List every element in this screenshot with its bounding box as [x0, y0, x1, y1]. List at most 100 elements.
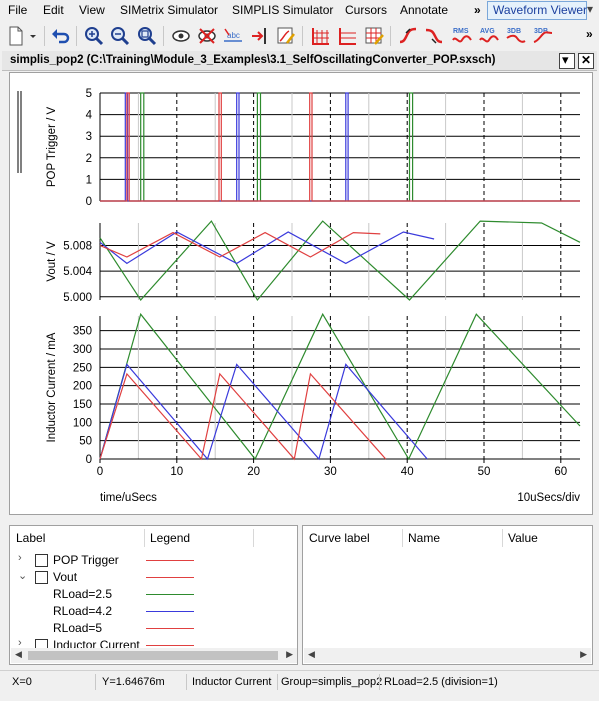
- series-line: [100, 92, 580, 202]
- grid-icon[interactable]: [309, 25, 331, 47]
- legend-header-label[interactable]: Label: [16, 531, 45, 545]
- legend-row[interactable]: RLoad=2.5: [10, 586, 297, 603]
- legend-row[interactable]: ⌄ Vout: [10, 569, 297, 586]
- menu-overflow-icon[interactable]: »: [474, 3, 481, 17]
- scroll-left-icon[interactable]: ◀: [308, 649, 315, 660]
- waveform-plot-area[interactable]: 0 1 2 3 4 5 POP Trigger / V 5.000 5.004 5.008 Vout…: [9, 72, 593, 515]
- avg-label: AVG: [480, 28, 495, 35]
- y-tick-label: 150: [73, 399, 92, 411]
- legend-header-legend[interactable]: Legend: [150, 531, 190, 545]
- zoom-in-icon[interactable]: [109, 25, 131, 47]
- menu-edit[interactable]: Edit: [43, 3, 64, 17]
- legend-swatch: [146, 611, 194, 612]
- zoom-out-icon[interactable]: [136, 25, 158, 47]
- curve-header-name[interactable]: Name: [408, 531, 440, 545]
- status-separator: [186, 674, 187, 690]
- toolbar-separator: [76, 26, 77, 46]
- legend-row-label: Vout: [53, 570, 78, 584]
- legend-checkbox[interactable]: [35, 554, 48, 567]
- legend-swatch: [146, 560, 194, 561]
- menu-chevron-down-icon[interactable]: ▾: [587, 2, 593, 16]
- y-tick-label: 50: [79, 436, 92, 448]
- window-close-button[interactable]: ✕: [578, 53, 594, 69]
- y-tick-label: 2: [86, 153, 92, 165]
- scroll-right-icon[interactable]: ▶: [580, 649, 587, 660]
- legend-horizontal-scrollbar[interactable]: ◀ ▶: [11, 648, 297, 663]
- add-curve-icon[interactable]: [249, 25, 271, 47]
- undo-icon[interactable]: [50, 25, 72, 47]
- legend-row-label: RLoad=5: [53, 621, 103, 635]
- falling-edge-icon[interactable]: [423, 25, 445, 47]
- dropdown-arrow-icon[interactable]: [27, 25, 39, 47]
- status-rload: RLoad=2.5 (division=1): [384, 676, 498, 688]
- 3db-alt-icon[interactable]: 3DB: [531, 25, 555, 47]
- menu-annotate[interactable]: Annotate: [400, 3, 448, 17]
- legend-panel: Label Legend › POP Trigger ⌄ Vout RLoad=2.5 R…: [9, 525, 298, 665]
- grid-edit-icon[interactable]: [363, 25, 385, 47]
- avg-icon[interactable]: AVG: [477, 25, 501, 47]
- chevron-right-icon[interactable]: ›: [18, 552, 22, 564]
- scroll-right-icon[interactable]: ▶: [286, 649, 293, 660]
- menu-simetrix-simulator[interactable]: SIMetrix Simulator: [120, 3, 218, 17]
- header-separator: [144, 529, 145, 547]
- toolbar: abc RMS AVG 3DB 3DB »: [0, 21, 599, 51]
- status-y: Y=1.64676m: [102, 676, 165, 688]
- legend-swatch: [146, 594, 194, 595]
- y-tick-label: 5.000: [63, 292, 92, 304]
- waveform-chart[interactable]: 0 1 2 3 4 5 POP Trigger / V 5.000 5.004 5.008 Vout…: [10, 73, 592, 514]
- toolbar-separator: [390, 26, 391, 46]
- y-tick-label: 1: [86, 174, 92, 186]
- toolbar-separator: [163, 26, 164, 46]
- menu-view[interactable]: View: [79, 3, 105, 17]
- legend-swatch: [146, 628, 194, 629]
- x-tick-label: 50: [478, 466, 491, 478]
- y-tick-label: 5.008: [63, 240, 92, 252]
- y-axis-label: Vout / V: [46, 241, 58, 282]
- toolbar-overflow-icon[interactable]: »: [586, 27, 593, 41]
- rms-icon[interactable]: RMS: [450, 25, 474, 47]
- scroll-left-icon[interactable]: ◀: [15, 649, 22, 660]
- legend-row[interactable]: › POP Trigger: [10, 552, 297, 569]
- header-separator: [402, 529, 403, 547]
- y-axis-label: Inductor Current / mA: [46, 332, 58, 442]
- menu-waveform-viewer-label: Waveform Viewer: [493, 3, 588, 17]
- menu-waveform-viewer[interactable]: Waveform Viewer: [487, 1, 587, 20]
- legend-row[interactable]: RLoad=4.2: [10, 603, 297, 620]
- legend-row-label: RLoad=2.5: [53, 587, 113, 601]
- menu-cursors[interactable]: Cursors: [345, 3, 387, 17]
- abc-label-icon[interactable]: abc: [222, 25, 244, 47]
- status-separator: [277, 674, 278, 690]
- legend-checkbox[interactable]: [35, 571, 48, 584]
- window-menu-button[interactable]: ▾: [559, 52, 575, 69]
- hide-icon[interactable]: [196, 25, 218, 47]
- menu-file[interactable]: File: [8, 3, 27, 17]
- zoom-full-icon[interactable]: [83, 25, 105, 47]
- rising-edge-icon[interactable]: [397, 25, 419, 47]
- curve-header-value[interactable]: Value: [508, 531, 538, 545]
- toolbar-separator: [44, 26, 45, 46]
- 3db-icon[interactable]: 3DB: [504, 25, 528, 47]
- y-tick-label: 350: [73, 326, 92, 338]
- grid-axis-icon[interactable]: [336, 25, 358, 47]
- edit-curve-icon[interactable]: [275, 25, 297, 47]
- view-icon[interactable]: [170, 25, 192, 47]
- y-tick-label: 5.004: [63, 266, 92, 278]
- header-separator: [253, 529, 254, 547]
- legend-swatch: [146, 577, 194, 578]
- legend-row-label: POP Trigger: [53, 553, 119, 567]
- curve-horizontal-scrollbar[interactable]: ◀ ▶: [304, 648, 591, 663]
- chevron-down-icon[interactable]: ⌄: [18, 569, 27, 582]
- scrollbar-thumb[interactable]: [28, 651, 278, 660]
- y-tick-label: 0: [86, 454, 92, 466]
- new-document-icon[interactable]: [5, 25, 27, 47]
- rms-label: RMS: [453, 28, 469, 35]
- x-tick-label: 40: [401, 466, 414, 478]
- y-tick-label: 4: [86, 110, 93, 122]
- y-tick-label: 250: [73, 362, 92, 374]
- status-x: X=0: [12, 676, 32, 688]
- curve-header-label[interactable]: Curve label: [309, 531, 370, 545]
- legend-row[interactable]: RLoad=5: [10, 620, 297, 637]
- menu-simplis-simulator[interactable]: SIMPLIS Simulator: [232, 3, 333, 17]
- series-line: [99, 372, 387, 461]
- menu-bar: File Edit View SIMetrix Simulator SIMPLI…: [0, 0, 599, 21]
